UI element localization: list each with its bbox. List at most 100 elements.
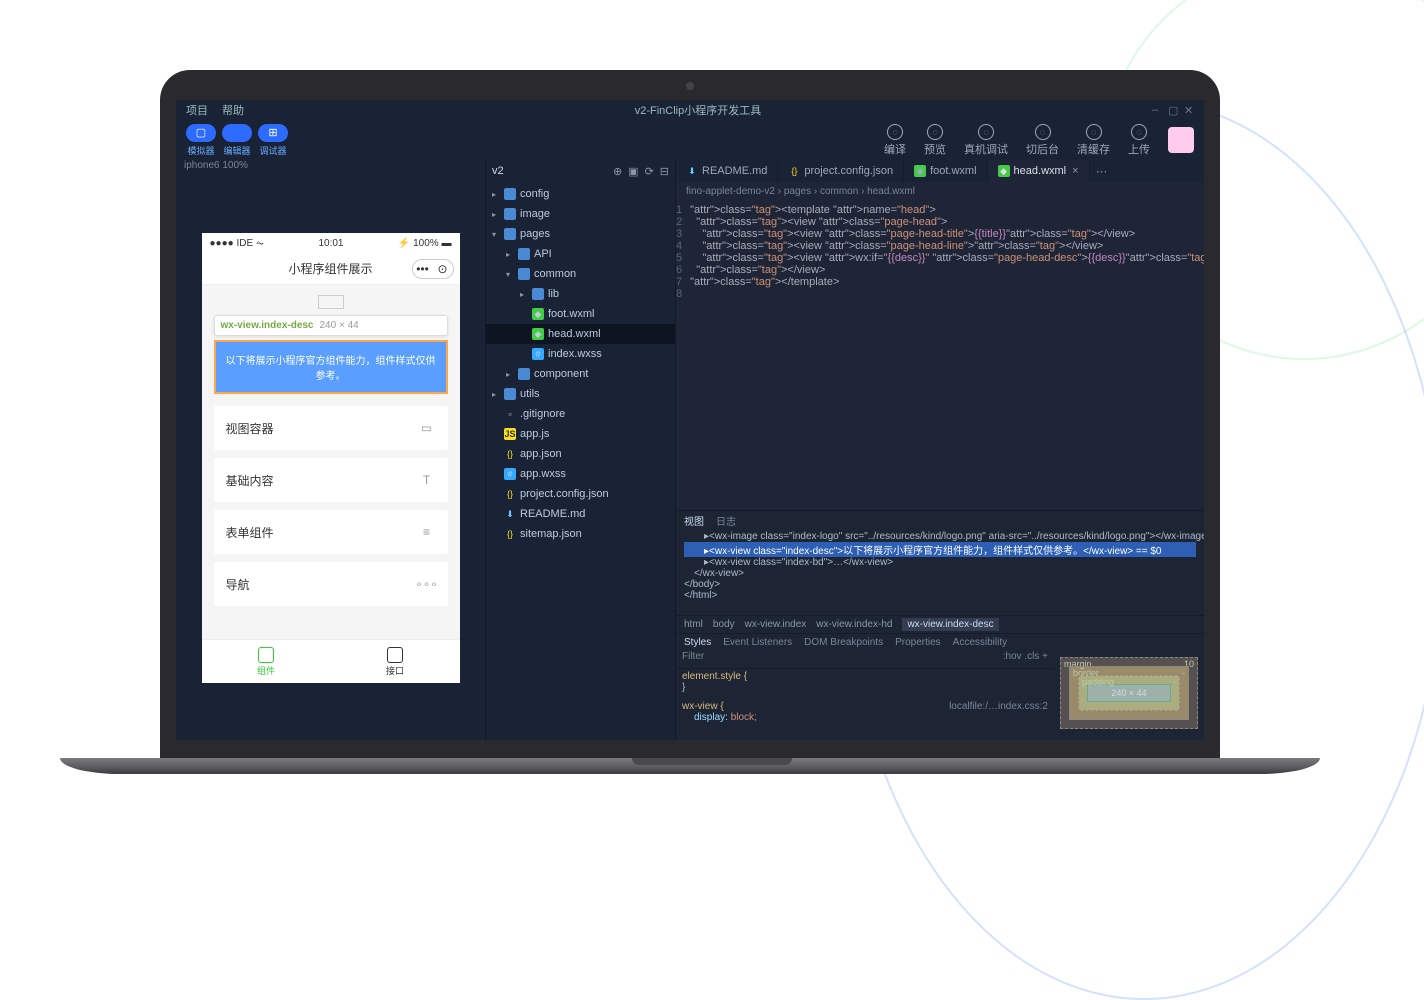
collapse-icon[interactable]: ⊟	[660, 165, 669, 178]
new-folder-icon[interactable]: ▣	[628, 165, 638, 178]
tree-node[interactable]: ▸ image	[486, 204, 675, 224]
tree-node[interactable]: {} project.config.json	[486, 484, 675, 504]
wxml-icon: ◆	[998, 165, 1010, 177]
inspect-tooltip: wx-view.index-desc 240 × 44	[214, 315, 448, 336]
filter-toggles[interactable]: :hov .cls +	[1003, 651, 1048, 668]
dom-crumb[interactable]: html body wx-view.index wx-view.index-hd wx-…	[676, 615, 1204, 633]
devtools-subtab-Properties[interactable]: Properties	[895, 637, 941, 648]
dom-tree[interactable]: ▸<wx-image class="index-logo" src="../re…	[676, 529, 1204, 615]
dom-crumb-item[interactable]: wx-view.index-desc	[902, 618, 998, 631]
tree-node[interactable]: ▸ config	[486, 184, 675, 204]
menu-help[interactable]: 帮助	[222, 102, 244, 118]
tree-node[interactable]: ◆ head.wxml	[486, 324, 675, 344]
phone-tab-组件[interactable]: 组件	[202, 640, 331, 683]
tree-node[interactable]: # index.wxss	[486, 344, 675, 364]
tree-node[interactable]: ⬇ README.md	[486, 504, 675, 524]
mode-pill-1[interactable]: 编辑器	[222, 124, 252, 157]
folder-icon	[504, 188, 516, 200]
minimize-button[interactable]: –	[1152, 104, 1162, 117]
close-button[interactable]: ✕	[1184, 104, 1194, 117]
tree-node[interactable]: # app.wxss	[486, 464, 675, 484]
breadcrumb[interactable]: fino-applet-demo-v2 › pages › common › h…	[676, 182, 1204, 200]
simulator-panel: iphone6 100% ●●●● IDE ⏦ 10:01 ⚡ 100% ▬ 小…	[176, 160, 486, 740]
list-item-icon: ≡	[418, 523, 436, 541]
editor-tabs: ⬇ README.md {} project.config.json ◆ foo…	[676, 160, 1204, 182]
project-root[interactable]: v2	[492, 165, 504, 177]
json-icon: {}	[504, 488, 516, 500]
tree-node[interactable]: ▾ pages	[486, 224, 675, 244]
phone-tab-接口[interactable]: 接口	[331, 640, 460, 683]
toolbar: ▢模拟器 编辑器 ⊞调试器 ◌ 编译 ◌ 预览 ◌ 真机调试 ◌ 切后台 ◌ 清…	[176, 120, 1204, 160]
switch-bg-button[interactable]: ◌ 切后台	[1026, 124, 1059, 157]
dom-crumb-item[interactable]: wx-view.index-hd	[816, 619, 892, 630]
mode-pill-0[interactable]: ▢模拟器	[186, 124, 216, 157]
refresh-icon[interactable]: ⟳	[645, 165, 654, 178]
list-item-icon: ▭	[418, 419, 436, 437]
tree-node[interactable]: ▸ component	[486, 364, 675, 384]
highlighted-view[interactable]: 以下将展示小程序官方组件能力，组件样式仅供参考。	[214, 340, 448, 394]
tree-node[interactable]: {} sitemap.json	[486, 524, 675, 544]
clear-cache-icon: ◌	[1086, 124, 1102, 140]
styles-pane[interactable]: Filter :hov .cls + element.style {}</spa…	[676, 651, 1054, 740]
folder-icon	[504, 228, 516, 240]
list-item-icon: T	[418, 471, 436, 489]
upload-button[interactable]: ◌ 上传	[1128, 124, 1150, 157]
devtools-subtab-Accessibility[interactable]: Accessibility	[953, 637, 1007, 648]
upload-icon: ◌	[1131, 124, 1147, 140]
devtools-tab-视图[interactable]: 视图	[684, 513, 704, 528]
folder-icon	[518, 248, 530, 260]
tree-node[interactable]: ▸ API	[486, 244, 675, 264]
tree-node[interactable]: ▸ lib	[486, 284, 675, 304]
editor-tab[interactable]: ◆ foot.wxml	[904, 160, 987, 182]
device-label[interactable]: iphone6 100%	[176, 160, 485, 178]
tree-node[interactable]: ▾ common	[486, 264, 675, 284]
wxss-icon: #	[504, 468, 516, 480]
dom-crumb-item[interactable]: wx-view.index	[745, 619, 807, 630]
wxss-icon: #	[532, 348, 544, 360]
md-icon: ⬇	[686, 165, 698, 177]
list-item[interactable]: 视图容器▭	[214, 406, 448, 450]
editor-tab[interactable]: ⬇ README.md	[676, 160, 778, 182]
dom-crumb-item[interactable]: body	[713, 619, 735, 630]
folder-icon	[518, 368, 530, 380]
dom-crumb-item[interactable]: html	[684, 619, 703, 630]
list-item[interactable]: 导航∘∘∘	[214, 562, 448, 606]
capsule[interactable]: •••⊙	[412, 259, 454, 279]
new-file-icon[interactable]: ⊕	[613, 165, 622, 178]
phone-navbar: 小程序组件展示 •••⊙	[202, 253, 460, 285]
editor-tab[interactable]: {} project.config.json	[778, 160, 904, 182]
mode-pill-2[interactable]: ⊞调试器	[258, 124, 288, 157]
wxml-icon: ◆	[532, 328, 544, 340]
close-icon[interactable]: ×	[1072, 165, 1078, 177]
devtools-subtab-DOM Breakpoints[interactable]: DOM Breakpoints	[804, 637, 883, 648]
list-item[interactable]: 表单组件≡	[214, 510, 448, 554]
list-item-icon: ∘∘∘	[418, 575, 436, 593]
maximize-button[interactable]: ▢	[1168, 104, 1178, 117]
clear-cache-button[interactable]: ◌ 清缓存	[1077, 124, 1110, 157]
tree-node[interactable]: ▫ .gitignore	[486, 404, 675, 424]
tree-node[interactable]: {} app.json	[486, 444, 675, 464]
devtools-tab-日志[interactable]: 日志	[716, 513, 736, 528]
code-editor[interactable]: 12345678 "attr">class="tag"><template "a…	[676, 200, 1204, 510]
preview-button[interactable]: ◌ 预览	[924, 124, 946, 157]
devtools-subtab-Event Listeners[interactable]: Event Listeners	[723, 637, 792, 648]
file-icon: ▫	[504, 408, 516, 420]
compile-button[interactable]: ◌ 编译	[884, 124, 906, 157]
md-icon: ⬇	[504, 508, 516, 520]
menu-project[interactable]: 项目	[186, 102, 208, 118]
menubar: 项目 帮助 v2-FinClip小程序开发工具 – ▢ ✕	[176, 100, 1204, 120]
devtools: 视图日志 ▸<wx-image class="index-logo" src="…	[676, 510, 1204, 740]
remote-debug-button[interactable]: ◌ 真机调试	[964, 124, 1008, 157]
filter-input[interactable]: Filter	[682, 651, 704, 668]
list-item[interactable]: 基础内容T	[214, 458, 448, 502]
tree-node[interactable]: JS app.js	[486, 424, 675, 444]
devtools-subtab-Styles[interactable]: Styles	[684, 637, 711, 648]
phone-frame: ●●●● IDE ⏦ 10:01 ⚡ 100% ▬ 小程序组件展示 •••⊙ w…	[202, 233, 460, 683]
avatar[interactable]	[1168, 127, 1194, 153]
editor-tab[interactable]: ◆ head.wxml×	[988, 160, 1090, 182]
tree-node[interactable]: ▸ utils	[486, 384, 675, 404]
tab-overflow[interactable]: ⋯	[1090, 160, 1114, 182]
json-icon: {}	[504, 448, 516, 460]
wxml-icon: ◆	[532, 308, 544, 320]
tree-node[interactable]: ◆ foot.wxml	[486, 304, 675, 324]
